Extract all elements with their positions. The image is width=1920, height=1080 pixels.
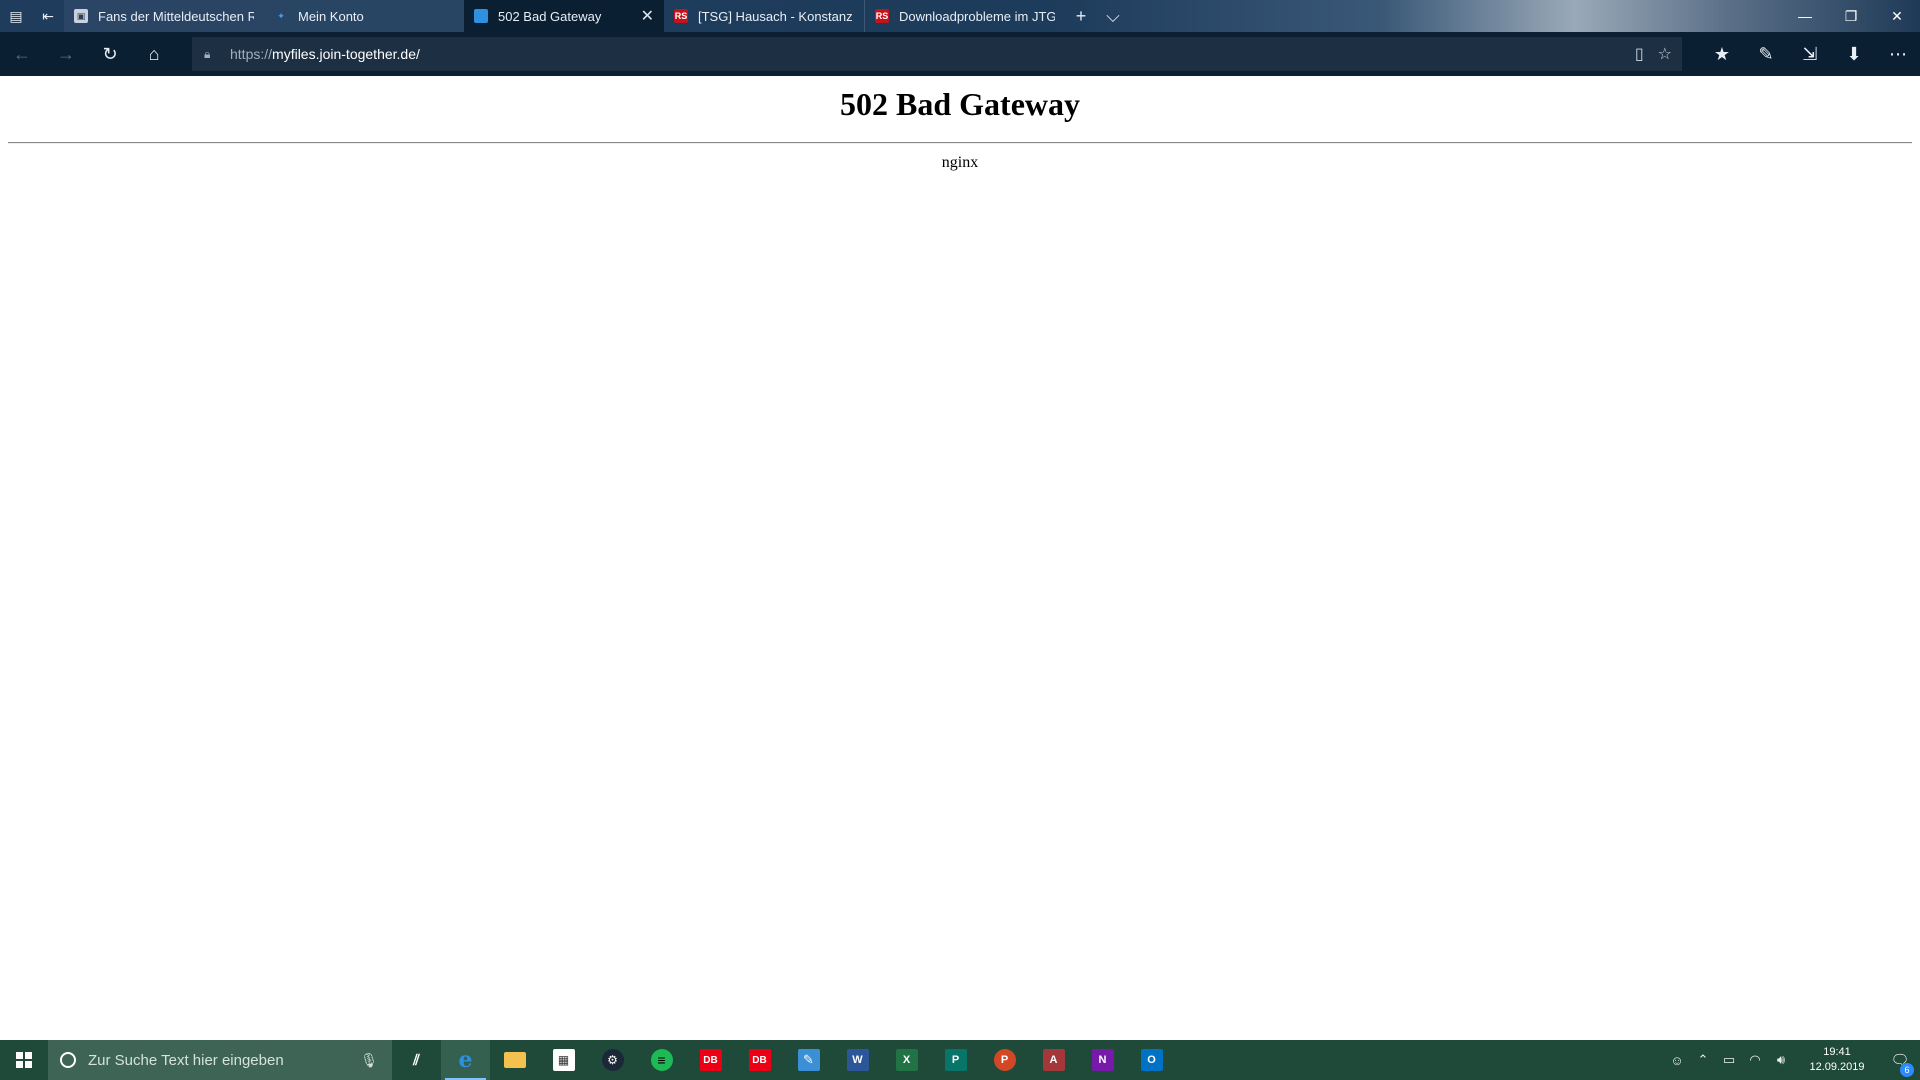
- chevron-up-icon[interactable]: ⌃: [1690, 1052, 1716, 1068]
- taskbar-db-navigator[interactable]: DB: [686, 1040, 735, 1080]
- taskbar-powerpoint[interactable]: P: [980, 1040, 1029, 1080]
- start-button[interactable]: [0, 1040, 48, 1080]
- edge-icon: e: [458, 1047, 473, 1073]
- action-center-button[interactable]: 🗨︎ 6: [1880, 1051, 1920, 1077]
- back-arrow-icon[interactable]: ←: [0, 32, 44, 76]
- clock-time: 19:41: [1823, 1046, 1851, 1058]
- tab-label: [TSG] Hausach - Konstanz (S: [698, 8, 854, 24]
- tab-label: Mein Konto: [298, 8, 364, 24]
- web-page: 502 Bad Gateway nginx: [0, 76, 1920, 1040]
- notification-count: 6: [1900, 1063, 1914, 1077]
- rs-icon: RS: [875, 9, 889, 23]
- tab-label: Fans der Mitteldeutschen Re: [98, 8, 254, 24]
- access-icon: A: [1042, 1049, 1065, 1071]
- page-title: 502 Bad Gateway: [840, 86, 1080, 122]
- spotify-icon: ≡: [650, 1049, 673, 1071]
- home-icon[interactable]: ⌂: [132, 32, 176, 76]
- taskbar-publisher[interactable]: P: [931, 1040, 980, 1080]
- tab-label: 502 Bad Gateway: [498, 8, 602, 24]
- reading-view-icon[interactable]: ▯: [1635, 44, 1644, 64]
- address-actions: ▯ ☆: [1635, 37, 1672, 71]
- refresh-icon[interactable]: ↻: [88, 32, 132, 76]
- taskbar-spotify[interactable]: ≡: [637, 1040, 686, 1080]
- battery-icon[interactable]: ▭: [1716, 1052, 1742, 1068]
- microphone-icon[interactable]: 🎙︎: [360, 1052, 378, 1069]
- powerpoint-icon: P: [993, 1049, 1016, 1071]
- wifi-icon[interactable]: ◠: [1742, 1052, 1768, 1068]
- tab-502-bad-gateway[interactable]: 502 Bad Gateway ✕: [464, 0, 664, 32]
- address-bar[interactable]: 🔒︎ https:// myfiles.join-together.de/ ▯ …: [192, 37, 1682, 71]
- people-icon[interactable]: ☺: [1664, 1053, 1690, 1068]
- taskbar-outlook[interactable]: O: [1127, 1040, 1176, 1080]
- title-bar: ▤ ⇤ ▣ Fans der Mitteldeutschen Re ✦ Mein…: [0, 0, 1920, 32]
- rs-icon: RS: [674, 9, 688, 23]
- download-icon[interactable]: ⬇: [1832, 32, 1876, 76]
- steam-icon: ⚙: [601, 1049, 624, 1071]
- clock-date: 12.09.2019: [1809, 1061, 1865, 1073]
- new-tab-icon[interactable]: +: [1065, 0, 1097, 32]
- taskbar-file-explorer[interactable]: [490, 1040, 539, 1080]
- forward-arrow-icon[interactable]: →: [44, 32, 88, 76]
- favorites-hub-icon[interactable]: ★: [1700, 32, 1744, 76]
- tab-downloadprobleme[interactable]: RS Downloadprobleme im JTG: [865, 0, 1065, 32]
- excel-icon: X: [895, 1049, 918, 1071]
- navigation-bar: ← → ↻ ⌂ 🔒︎ https:// myfiles.join-togethe…: [0, 32, 1920, 76]
- volume-icon[interactable]: 🔊︎: [1768, 1052, 1794, 1068]
- db-icon: DB: [748, 1049, 771, 1071]
- store-bag-icon: ▦: [552, 1049, 575, 1071]
- folder-icon: [503, 1052, 526, 1068]
- outlook-icon: O: [1140, 1049, 1163, 1071]
- db-icon: DB: [699, 1049, 722, 1071]
- publisher-icon: P: [944, 1049, 967, 1071]
- set-aside-tabs-icon[interactable]: ⇤: [32, 0, 64, 32]
- window-controls: — ❐ ✕: [1782, 0, 1920, 32]
- taskbar-word[interactable]: W: [833, 1040, 882, 1080]
- task-view-icon: ⫽: [413, 1051, 420, 1069]
- lock-icon: 🔒︎: [204, 46, 211, 61]
- tab-tsg-hausach[interactable]: RS [TSG] Hausach - Konstanz (S: [664, 0, 864, 32]
- system-tray: ☺ ⌃ ▭ ◠ 🔊︎ 19:41 12.09.2019 🗨︎ 6: [1664, 1040, 1920, 1080]
- pen-tool-icon: ✎: [797, 1049, 820, 1071]
- pen-notes-icon[interactable]: ✎: [1744, 32, 1788, 76]
- tab-fans[interactable]: ▣ Fans der Mitteldeutschen Re: [64, 0, 264, 32]
- cortana-icon: [60, 1052, 76, 1068]
- system-clock[interactable]: 19:41 12.09.2019: [1794, 1045, 1880, 1075]
- url-protocol: https://: [230, 46, 273, 62]
- onenote-icon: N: [1091, 1049, 1114, 1071]
- konto-icon: ✦: [277, 10, 285, 21]
- tab-mein-konto[interactable]: ✦ Mein Konto: [264, 0, 464, 32]
- favorite-star-icon[interactable]: ☆: [1658, 44, 1672, 64]
- task-view-button[interactable]: ⫽: [392, 1040, 441, 1080]
- minimize-icon[interactable]: —: [1782, 0, 1828, 32]
- close-tab-icon[interactable]: ✕: [641, 6, 654, 26]
- url-host: myfiles.join-together.de/: [272, 46, 420, 62]
- windows-logo-icon: [16, 1052, 32, 1068]
- toolbar-right: ★ ✎ ⇲ ⬇ ⋯: [1700, 32, 1920, 76]
- chevron-down-icon[interactable]: ⌵: [1097, 0, 1129, 32]
- server-name: nginx: [941, 154, 979, 171]
- divider: [8, 142, 1912, 144]
- close-window-icon[interactable]: ✕: [1874, 0, 1920, 32]
- page-icon: ▣: [74, 9, 88, 23]
- word-icon: W: [846, 1049, 869, 1071]
- search-placeholder: Zur Suche Text hier eingeben: [88, 1051, 284, 1069]
- taskbar-db-app[interactable]: DB: [735, 1040, 784, 1080]
- taskbar-onenote[interactable]: N: [1078, 1040, 1127, 1080]
- taskbar-access[interactable]: A: [1029, 1040, 1078, 1080]
- globe-icon: [474, 9, 488, 23]
- restore-icon[interactable]: ❐: [1828, 0, 1874, 32]
- taskbar-store[interactable]: ▦: [539, 1040, 588, 1080]
- taskbar-sketch-app[interactable]: ✎: [784, 1040, 833, 1080]
- tab-label: Downloadprobleme im JTG: [899, 8, 1055, 24]
- taskbar: Zur Suche Text hier eingeben 🎙︎ ⫽ e ▦ ⚙ …: [0, 1040, 1920, 1080]
- tab-actions-icon[interactable]: ▤: [0, 0, 32, 32]
- more-options-icon[interactable]: ⋯: [1876, 32, 1920, 76]
- taskbar-steam[interactable]: ⚙: [588, 1040, 637, 1080]
- taskbar-edge[interactable]: e: [441, 1040, 490, 1080]
- taskbar-search[interactable]: Zur Suche Text hier eingeben 🎙︎: [48, 1040, 392, 1080]
- share-icon[interactable]: ⇲: [1788, 32, 1832, 76]
- taskbar-excel[interactable]: X: [882, 1040, 931, 1080]
